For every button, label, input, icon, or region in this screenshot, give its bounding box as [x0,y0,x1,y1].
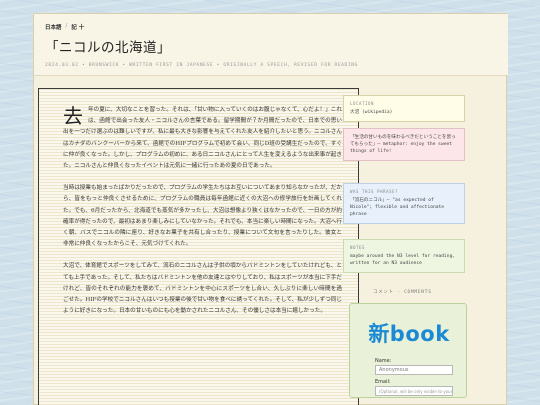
name-label: Name: [375,358,392,364]
notes-card: NOTES maybe around the N3 level for read… [343,239,465,273]
phrase-card: WAS THIS PHRASE? 「流石のニコル」— "as expected … [343,183,465,224]
phrase-label: WAS THIS PHRASE? [350,189,399,194]
page-title: 「ニコルの北海道」 [45,40,171,56]
newbook-logo: 新book [368,322,450,346]
phrase-text: 「流石のニコル」— "as expected of Nicole"; flexi… [350,198,445,217]
quote-card: 「生活の甘いものを味わるべきだということを習ってもらった」— metaphor:… [343,128,465,161]
article-paragraph: 去 年の夏に、大切なことを習った。それは、「甘い物に入っていくのはお腹じゃなくて… [63,105,342,172]
location-label: LOCATION [350,101,375,106]
article-paragraph: 大沼で、体育館でスポーツをしてみて、流石のニコルさんは子供の頃からバドミントンを… [63,263,342,315]
drop-cap: 去 [63,104,83,128]
notes-label: NOTES [350,245,366,250]
name-input[interactable]: Anonymous [375,365,453,375]
email-input[interactable]: (Optional, will be only visible to yours… [375,386,453,396]
breadcrumb-section-link[interactable]: 記 十 [71,23,84,31]
location-card: LOCATION 大沼 (wikipedia) [343,95,465,122]
comments-heading: コメント · COMMENTS [373,290,432,295]
article-body: 去 年の夏に、大切なことを習った。それは、「甘い物に入っていくのはお腹じゃなくて… [38,88,359,405]
notes-text: maybe around the N3 level for reading, w… [350,254,456,266]
breadcrumb-separator: / [65,23,68,29]
email-label: Email: [375,379,391,385]
quote-text: 「生活の甘いものを味わるべきだということを習ってもらった」— metaphor:… [350,135,456,154]
post-meta: 2024.03.02 • BRUNSWICK • WRITTEN FIRST I… [45,63,359,68]
post-header: 日本語 / 記 十 「ニコルの北海道」 2024.03.02 • BRUNSWI… [34,14,508,76]
location-link[interactable]: 大沼 (wikipedia) [350,109,458,116]
comment-widget: 新book Name: Anonymous Email: (Optional, … [349,303,467,398]
paragraph-text: 年の夏に、大切なことを習った。それは、「甘い物に入っていくのはお腹じゃなくて、心… [63,107,342,170]
breadcrumb-home-link[interactable]: 日本語 [45,23,62,31]
breadcrumb: 日本語 / 記 十 [45,23,84,31]
article-paragraph: 当時は授業も始まったばかりだったので、プログラムの学生たちはお互いについてあまり… [63,185,342,248]
